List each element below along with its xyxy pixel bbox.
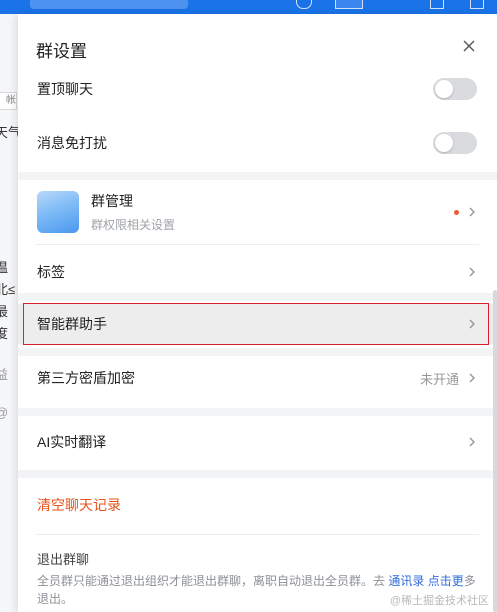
close-button[interactable]	[459, 36, 479, 56]
section-divider	[18, 172, 497, 180]
mute-label: 消息免打扰	[37, 135, 107, 151]
background-chip: 帐	[0, 92, 17, 110]
close-icon	[463, 40, 475, 52]
pin-chat-label: 置顶聊天	[37, 81, 93, 97]
app-top-bar	[0, 0, 497, 14]
smart-assistant-row[interactable]: 智能群助手	[18, 304, 497, 344]
chevron-right-icon	[469, 319, 475, 329]
clear-history-row: 清空聊天记录	[18, 488, 497, 522]
tags-label: 标签	[37, 264, 65, 280]
new-badge-dot	[454, 209, 459, 215]
encryption-status: 未开通	[419, 371, 459, 387]
smart-assistant-label: 智能群助手	[37, 316, 107, 332]
top-window-close-icon[interactable]	[470, 0, 484, 9]
row-separator	[36, 534, 479, 535]
top-search-field[interactable]	[30, 0, 188, 9]
pin-chat-toggle[interactable]	[433, 78, 477, 100]
background-text: 益	[0, 367, 9, 382]
background-text: 最	[0, 304, 9, 319]
panel-header: 群设置	[18, 14, 497, 70]
tags-row[interactable]: 标签	[18, 254, 497, 290]
chevron-right-icon	[469, 207, 475, 217]
third-party-encryption-row[interactable]: 第三方密盾加密 未开通	[18, 360, 497, 396]
third-party-encryption-label: 第三方密盾加密	[37, 370, 135, 386]
top-add-icon[interactable]	[335, 0, 363, 9]
background-text: 温	[0, 260, 9, 275]
exit-desc-text: 全员群只能通过退出组织才能退出群聊，离职自动退出全员群。去	[37, 574, 389, 588]
top-circle-icon[interactable]	[296, 0, 312, 9]
group-manage-sublabel: 群权限相关设置	[91, 218, 176, 232]
contacts-link[interactable]: 通讯录	[388, 574, 424, 588]
mute-row: 消息免打扰	[18, 128, 497, 158]
chevron-right-icon	[469, 437, 475, 447]
chevron-right-icon	[469, 267, 475, 277]
background-text: 天气	[0, 125, 18, 140]
pin-chat-row: 置顶聊天	[18, 74, 497, 104]
background-text: 北≤	[0, 282, 16, 297]
section-divider	[18, 348, 497, 356]
ai-translate-label: AI实时翻译	[37, 434, 107, 450]
section-divider	[18, 408, 497, 416]
mute-toggle[interactable]	[433, 132, 477, 154]
group-manage-label: 群管理	[91, 193, 133, 209]
ai-translate-row[interactable]: AI实时翻译	[18, 424, 497, 460]
clear-history-button[interactable]: 清空聊天记录	[37, 495, 121, 515]
top-window-icon[interactable]	[430, 0, 444, 9]
group-avatar	[37, 191, 79, 233]
chevron-right-icon	[469, 373, 475, 383]
scrollbar[interactable]	[493, 290, 497, 612]
group-manage-row[interactable]: 群管理 群权限相关设置	[18, 184, 497, 240]
section-divider	[18, 470, 497, 478]
background-text: @	[0, 405, 18, 420]
exit-group-title: 退出群聊	[37, 552, 90, 567]
background-text: 度	[0, 326, 9, 341]
click-more-link[interactable]: 点击更	[428, 574, 464, 588]
panel-title: 群设置	[36, 42, 87, 61]
section-divider	[18, 293, 497, 301]
watermark: @稀土掘金技术社区	[389, 595, 489, 607]
row-separator	[36, 244, 479, 245]
group-settings-panel: 群设置 置顶聊天 消息免打扰 群管理 群权限相关设置 标签 智能群助手 第三方密…	[18, 14, 497, 612]
